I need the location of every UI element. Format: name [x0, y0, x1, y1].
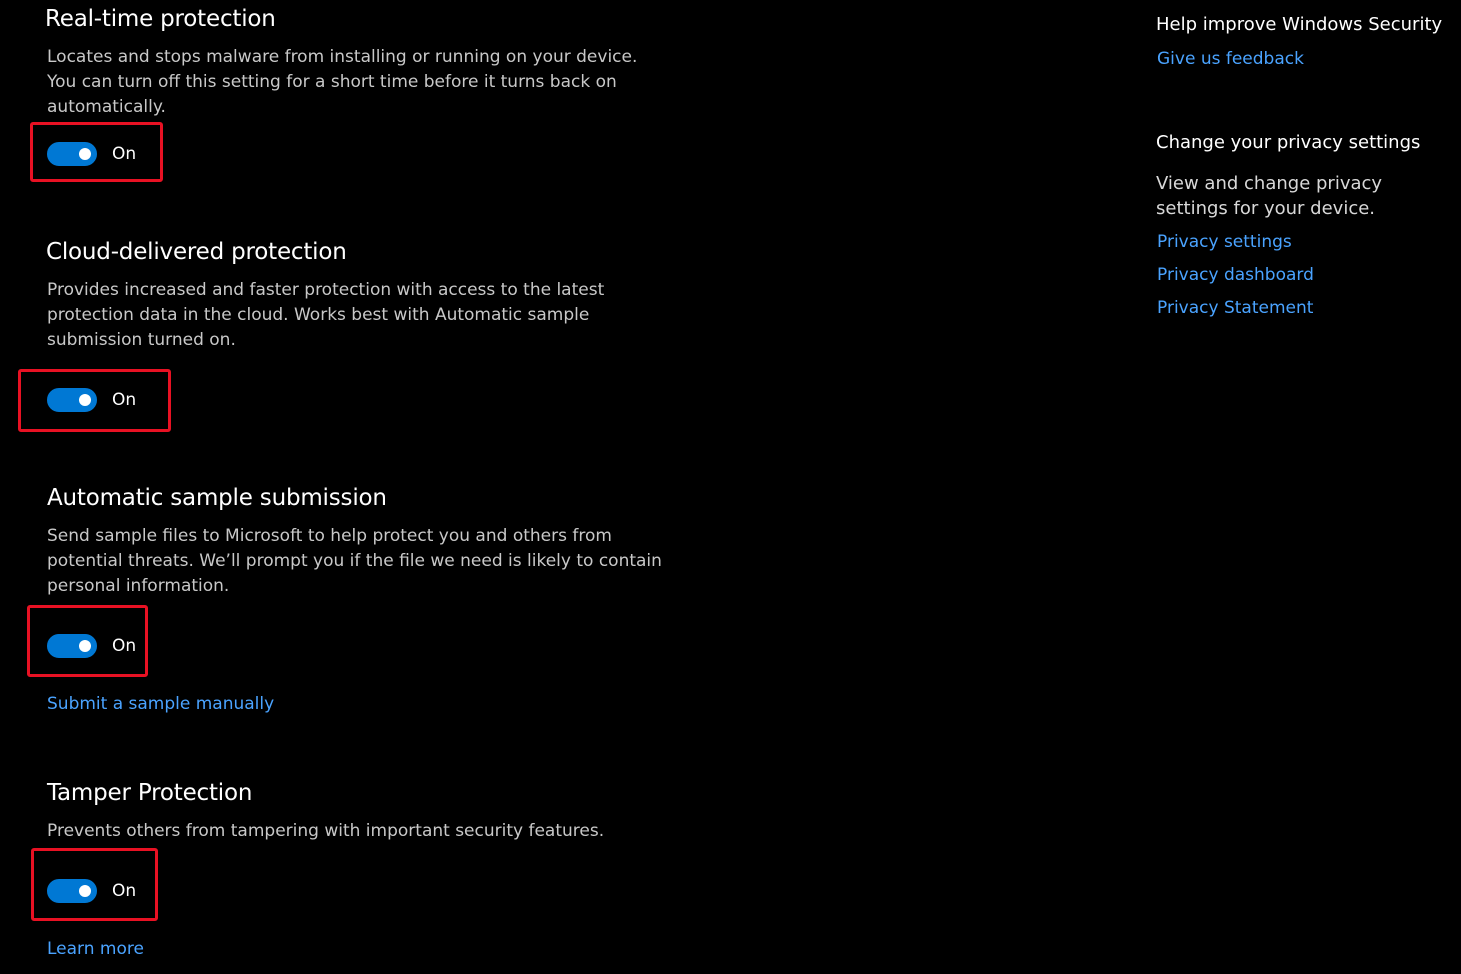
- toggle-state-label: On: [112, 636, 137, 656]
- cloud-delivered-protection-toggle-row: On: [47, 388, 136, 412]
- tamper-protection-toggle[interactable]: [47, 879, 97, 903]
- section-description: Send sample files to Microsoft to help p…: [47, 526, 662, 596]
- section-description: Locates and stops malware from installin…: [47, 47, 638, 117]
- help-heading: Help improve Windows Security: [1156, 14, 1443, 35]
- section-title: Cloud-delivered protection: [46, 239, 347, 265]
- section-description: Prevents others from tampering with impo…: [47, 821, 605, 841]
- automatic-sample-submission-toggle-row: On: [47, 634, 136, 658]
- toggle-knob: [79, 394, 91, 406]
- toggle-state-label: On: [112, 390, 137, 410]
- submit-sample-manually-link[interactable]: Submit a sample manually: [47, 694, 274, 714]
- privacy-dashboard-link[interactable]: Privacy dashboard: [1157, 265, 1314, 285]
- section-description: Provides increased and faster protection…: [47, 280, 605, 350]
- toggle-knob: [79, 640, 91, 652]
- section-title: Automatic sample submission: [47, 485, 387, 511]
- give-feedback-link[interactable]: Give us feedback: [1157, 49, 1304, 69]
- section-title: Tamper Protection: [47, 780, 253, 806]
- toggle-state-label: On: [112, 144, 137, 164]
- real-time-protection-toggle-row: On: [47, 142, 136, 166]
- toggle-state-label: On: [112, 881, 137, 901]
- tamper-protection-toggle-row: On: [47, 879, 136, 903]
- section-cloud-delivered-protection: Cloud-delivered protection Provides incr…: [46, 239, 667, 359]
- automatic-sample-submission-toggle[interactable]: [47, 634, 97, 658]
- privacy-settings-link[interactable]: Privacy settings: [1157, 232, 1292, 252]
- virus-threat-protection-settings: Real-time protection Locates and stops m…: [0, 0, 1461, 974]
- toggle-knob: [79, 148, 91, 160]
- toggle-knob: [79, 885, 91, 897]
- privacy-statement-link[interactable]: Privacy Statement: [1157, 298, 1313, 318]
- section-automatic-sample-submission: Automatic sample submission Send sample …: [47, 485, 667, 605]
- privacy-heading: Change your privacy settings: [1156, 132, 1421, 153]
- section-title: Real-time protection: [45, 6, 276, 32]
- cloud-delivered-protection-toggle[interactable]: [47, 388, 97, 412]
- privacy-description: View and change privacy settings for you…: [1156, 173, 1383, 219]
- real-time-protection-toggle[interactable]: [47, 142, 97, 166]
- learn-more-link[interactable]: Learn more: [47, 939, 144, 959]
